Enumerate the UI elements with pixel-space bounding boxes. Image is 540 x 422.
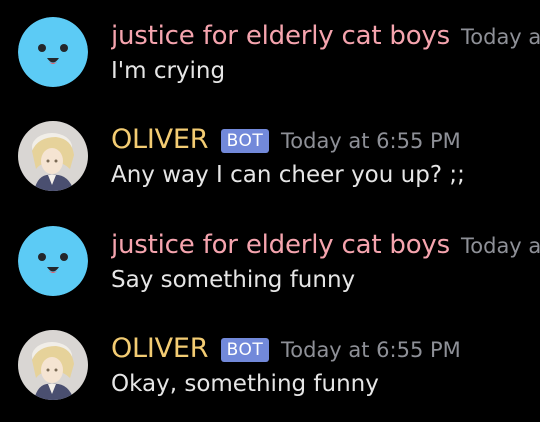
message-header: OLIVER BOT Today at 6:55 PM <box>111 329 540 369</box>
chat-message: OLIVER BOT Today at 6:55 PM Okay, someth… <box>0 313 540 417</box>
timestamp: Today at 6:55 PM <box>281 129 461 153</box>
timestamp: Today at 6:55 PM <box>461 234 540 258</box>
smiley-face-icon <box>18 17 88 87</box>
smiley-face-icon <box>18 226 88 296</box>
author-name[interactable]: OLIVER <box>111 329 209 369</box>
bot-tag-badge: BOT <box>221 129 269 153</box>
message-text: I'm crying <box>111 58 226 84</box>
chat-message: justice for elderly cat boys Today at 6:… <box>0 209 540 313</box>
chat-message: justice for elderly cat boys Today at 6:… <box>0 0 540 104</box>
user-avatar[interactable] <box>18 226 88 296</box>
author-name[interactable]: justice for elderly cat boys <box>111 225 450 265</box>
message-text: Okay, something funny <box>111 371 379 397</box>
author-name[interactable]: justice for elderly cat boys <box>111 16 450 56</box>
message-header: OLIVER BOT Today at 6:55 PM <box>111 120 540 160</box>
message-text: Say something funny <box>111 267 356 293</box>
message-header: justice for elderly cat boys Today at 6:… <box>111 16 540 56</box>
bot-avatar[interactable] <box>18 121 88 191</box>
message-text: Any way I can cheer you up? ;; <box>111 162 465 188</box>
bot-tag-badge: BOT <box>221 338 269 362</box>
timestamp: Today at 6:55 PM <box>281 338 461 362</box>
message-header: justice for elderly cat boys Today at 6:… <box>111 225 540 265</box>
user-avatar[interactable] <box>18 17 88 87</box>
bot-avatar[interactable] <box>18 330 88 400</box>
chat-message: OLIVER BOT Today at 6:55 PM Any way I ca… <box>0 104 540 208</box>
timestamp: Today at 6:55 PM <box>461 25 540 49</box>
oliver-character-avatar <box>18 121 88 191</box>
oliver-character-avatar <box>18 330 88 400</box>
author-name[interactable]: OLIVER <box>111 120 209 160</box>
